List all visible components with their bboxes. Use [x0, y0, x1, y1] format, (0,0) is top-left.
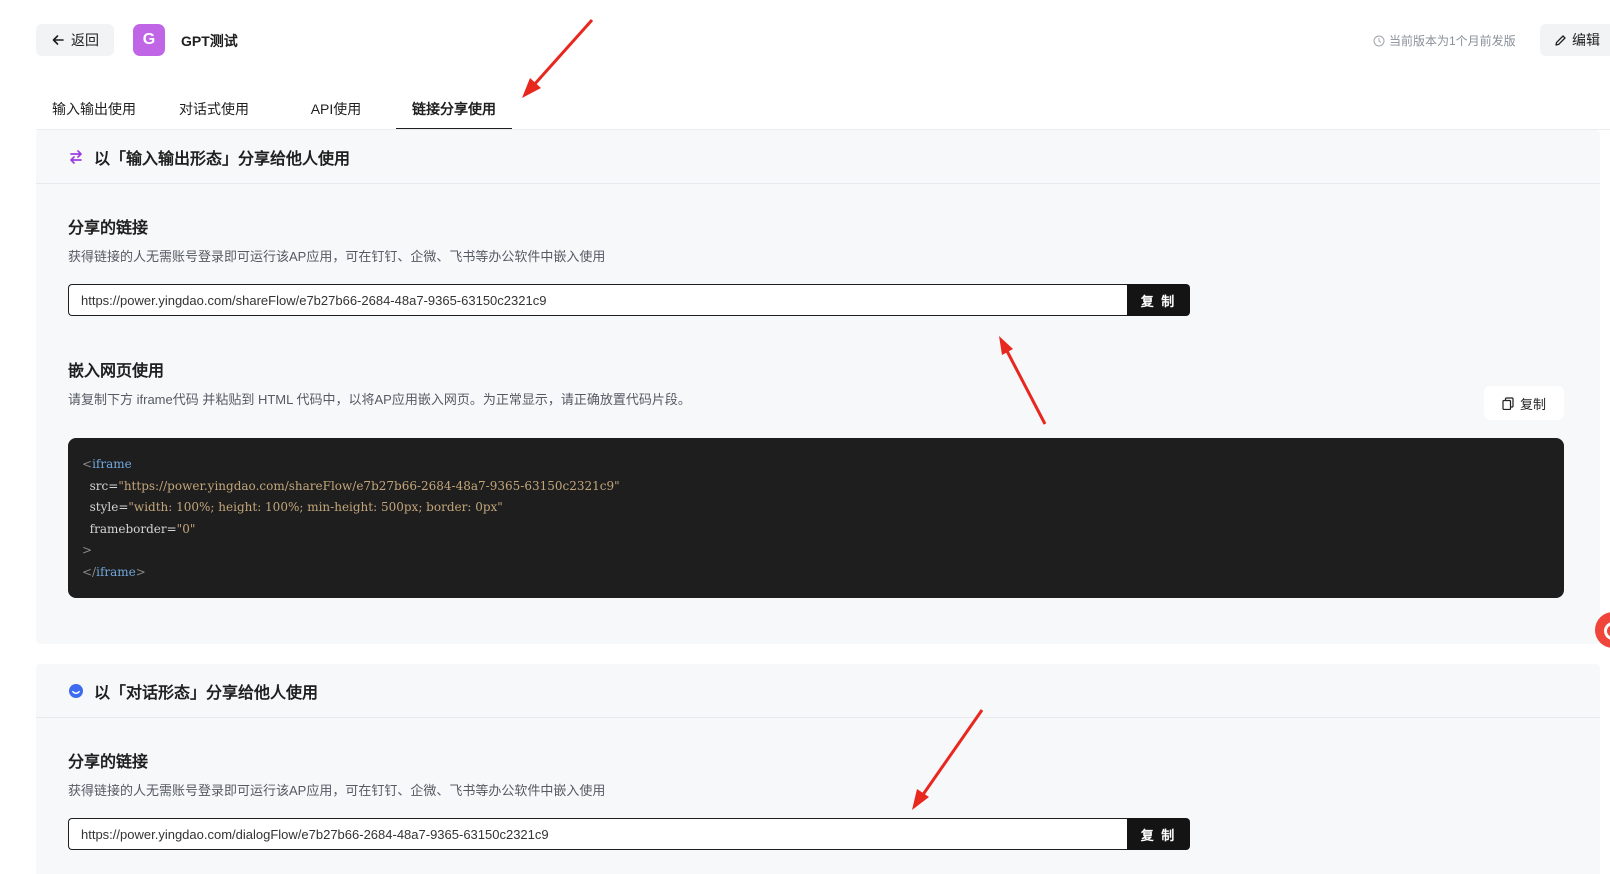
- chat-bubble-icon: [69, 683, 83, 698]
- tab-bar: 输入输出使用 对话式使用 API使用 链接分享使用: [36, 88, 512, 130]
- iframe-code-block[interactable]: <iframe src="https://power.yingdao.com/s…: [68, 438, 1564, 598]
- code-token: iframe: [96, 564, 136, 579]
- tab-api[interactable]: API使用: [276, 88, 396, 130]
- app-name: GPT测试: [181, 33, 238, 49]
- app-avatar: G: [133, 24, 165, 56]
- code-token: frameborder=: [89, 521, 177, 536]
- io-share-link-row: 复 制: [68, 284, 1190, 316]
- swap-arrows-icon: [70, 149, 82, 164]
- arrow-left-icon: [52, 35, 64, 45]
- edit-button[interactable]: 编辑: [1540, 24, 1610, 56]
- version-text: 当前版本为1个月前发版: [1389, 34, 1516, 48]
- io-share-url-input[interactable]: [68, 284, 1127, 316]
- code-line-src: src="https://power.yingdao.com/shareFlow…: [82, 476, 1550, 498]
- code-token: "0": [176, 521, 196, 536]
- tab-dialog[interactable]: 对话式使用: [152, 88, 276, 130]
- code-token: >: [135, 564, 146, 579]
- copy-icon: [1502, 396, 1514, 410]
- embed-title: 嵌入网页使用: [68, 363, 165, 380]
- io-copy-link-button[interactable]: 复 制: [1127, 284, 1190, 316]
- code-token: >: [82, 543, 93, 558]
- dialog-share-link-desc: 获得链接的人无需账号登录即可运行该AP应用，可在钉钉、企微、飞书等办公软件中嵌入…: [68, 783, 606, 798]
- embed-copy-button[interactable]: 复制: [1484, 386, 1564, 420]
- embed-copy-label: 复制: [1519, 396, 1546, 412]
- code-line-gt: >: [82, 540, 1550, 562]
- tab-input-output[interactable]: 输入输出使用: [36, 88, 152, 130]
- code-token: "https://power.yingdao.com/shareFlow/e7b…: [118, 478, 620, 493]
- code-token: <: [82, 457, 93, 471]
- dialog-share-url-input[interactable]: [68, 818, 1127, 850]
- dialog-panel-title: 以「对话形态」分享给他人使用: [94, 684, 319, 702]
- back-button[interactable]: 返回: [36, 24, 114, 56]
- dialog-panel-header: 以「对话形态」分享给他人使用: [36, 664, 1600, 718]
- code-token: "width: 100%; height: 100%; min-height: …: [128, 500, 503, 515]
- dialog-share-link-title: 分享的链接: [68, 754, 149, 771]
- dialog-copy-link-button[interactable]: 复 制: [1127, 818, 1190, 850]
- io-panel-title: 以「输入输出形态」分享给他人使用: [94, 150, 351, 168]
- edit-label: 编辑: [1572, 32, 1600, 48]
- pencil-icon: [1555, 34, 1566, 46]
- code-token: src=: [89, 478, 119, 493]
- code-line-style: style="width: 100%; height: 100%; min-he…: [82, 497, 1550, 519]
- dialog-share-panel: 以「对话形态」分享给他人使用 分享的链接 获得链接的人无需账号登录即可运行该AP…: [36, 664, 1600, 874]
- io-share-link-title: 分享的链接: [68, 220, 149, 237]
- code-token: style=: [89, 500, 129, 515]
- code-token: </: [82, 564, 97, 579]
- clock-icon: [1373, 35, 1385, 46]
- io-panel-header: 以「输入输出形态」分享给他人使用: [36, 130, 1600, 184]
- top-header: 返回 G GPT测试 当前版本为1个月前发版 编辑: [0, 0, 1610, 80]
- dialog-share-link-row: 复 制: [68, 818, 1190, 850]
- tab-link-share[interactable]: 链接分享使用: [396, 88, 512, 130]
- version-info: 当前版本为1个月前发版: [1373, 32, 1516, 49]
- io-share-link-desc: 获得链接的人无需账号登录即可运行该AP应用，可在钉钉、企微、飞书等办公软件中嵌入…: [68, 249, 606, 264]
- code-line-frameborder: frameborder="0": [82, 519, 1550, 541]
- code-line-close: </iframe>: [82, 562, 1550, 584]
- code-token: iframe: [92, 457, 132, 471]
- back-label: 返回: [71, 32, 99, 48]
- io-share-panel: 以「输入输出形态」分享给他人使用 分享的链接 获得链接的人无需账号登录即可运行该…: [36, 130, 1600, 644]
- embed-desc: 请复制下方 iframe代码 并粘贴到 HTML 代码中，以将AP应用嵌入网页。…: [68, 392, 691, 407]
- code-line-open: <iframe: [82, 454, 1550, 476]
